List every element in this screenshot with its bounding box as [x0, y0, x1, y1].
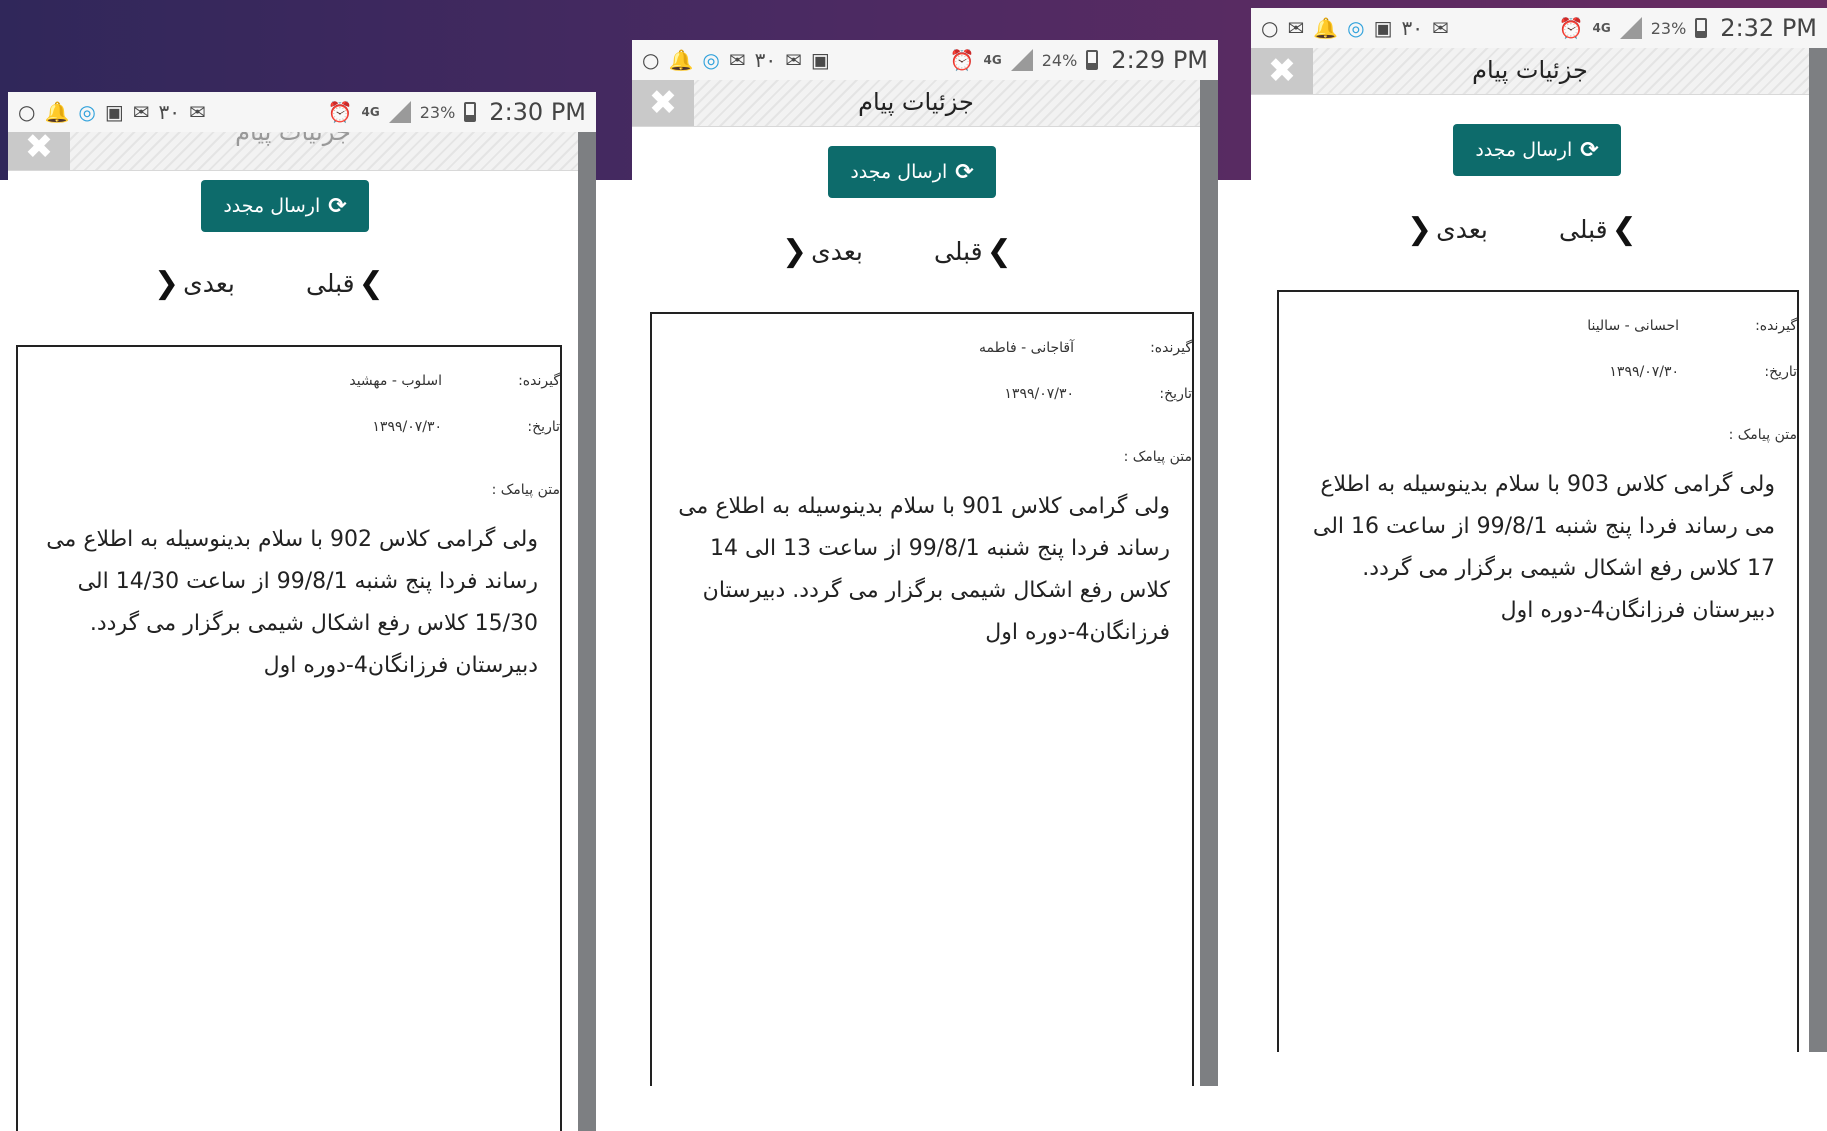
date-label: تاریخ: [1159, 386, 1192, 402]
refresh-icon: ⟳ [1580, 137, 1599, 163]
recipient-label: گیرنده: [518, 373, 560, 389]
mail-off-icon: ✉ [785, 48, 802, 72]
refresh-icon: ⟳ [955, 159, 974, 185]
recipient-value: آقاجانی - فاطمه [979, 340, 1074, 356]
battery-percent: 24% [1041, 50, 1078, 70]
phone-screenshot-2: ○ 🔔 ◎ ✉ ۳۰ ✉ ▣ ⏰ 4G 24% 2:29 PM ✖ جزئیات… [632, 40, 1218, 1086]
date-value: ۱۳۹۹/۰۷/۳۰ [372, 419, 442, 435]
battery-percent: 23% [419, 102, 456, 122]
clock: 2:32 PM [1720, 14, 1817, 42]
alarm-icon: ⏰ [327, 100, 353, 124]
title-bar: ✖ جزئیات پیام [632, 80, 1200, 127]
resend-label: ارسال مجدد [850, 161, 948, 183]
battery-icon [1086, 50, 1099, 70]
signal-icon [1619, 17, 1642, 39]
messenger-icon: ◎ [78, 100, 96, 124]
alarm-icon: ⏰ [949, 48, 975, 72]
date-label: تاریخ: [527, 419, 560, 435]
bell-icon: 🔔 [44, 100, 70, 124]
status-bar: ○ ✉ 🔔 ◎ ▣ ۳۰ ✉ ⏰ 4G 23% 2:32 PM [1251, 8, 1827, 48]
clock: 2:30 PM [489, 98, 586, 126]
signal-icon [388, 101, 411, 123]
messenger-icon: ◎ [702, 48, 720, 72]
next-link[interactable]: بعدی ❮ [154, 266, 235, 301]
prev-link[interactable]: ❯ قبلی [306, 266, 384, 301]
mail-icon: ✉ [132, 100, 150, 124]
resend-button[interactable]: ⟳ ارسال مجدد [1453, 124, 1621, 176]
sms-body: ولی گرامی کلاس 901 با سلام بدینوسیله به … [678, 494, 1170, 645]
message-card: گیرنده: آقاجانی - فاطمه تاریخ: ۱۳۹۹/۰۷/۳… [650, 312, 1194, 1086]
message-card: گیرنده: احسانی - سالینا تاریخ: ۱۳۹۹/۰۷/۳… [1277, 290, 1799, 1052]
sms-label: متن پیامک : [1123, 449, 1192, 465]
prev-link[interactable]: ❯ قبلی [934, 234, 1012, 269]
phone-screenshot-3: ○ ✉ 🔔 ◎ ▣ ۳۰ ✉ ⏰ 4G 23% 2:32 PM ✖ جزئیات… [1251, 8, 1827, 1052]
resend-button[interactable]: ⟳ ارسال مجدد [828, 146, 996, 198]
prev-label: قبلی [1559, 215, 1608, 244]
chevron-right-icon: ❯ [1611, 212, 1637, 247]
sms-body: ولی گرامی کلاس 903 با سلام بدینوسیله به … [1312, 472, 1775, 623]
calendar-badge-icon: ۳۰ [1401, 16, 1423, 40]
battery-icon [1695, 18, 1708, 38]
next-label: بعدی [1436, 215, 1488, 244]
bell-icon: 🔔 [1313, 16, 1339, 40]
chevron-right-icon: ❯ [986, 234, 1012, 269]
title-bar: ✖ جزئیات پیام [1251, 48, 1809, 95]
next-link[interactable]: بعدی ❮ [782, 234, 863, 269]
resend-label: ارسال مجدد [1475, 139, 1573, 161]
phone-screenshot-1: ○ 🔔 ◎ ▣ ✉ ۳۰ ✉ ⏰ 4G 23% 2:30 PM ✖ جزئیات… [8, 92, 596, 1131]
image-icon: ▣ [104, 100, 124, 124]
page-title: جزئیات پیام [1472, 56, 1588, 84]
battery-icon [464, 102, 477, 122]
resend-label: ارسال مجدد [223, 195, 321, 217]
battery-percent: 23% [1650, 18, 1687, 38]
date-value: ۱۳۹۹/۰۷/۳۰ [1609, 364, 1679, 380]
next-link[interactable]: بعدی ❮ [1407, 212, 1488, 247]
mail-icon: ✉ [728, 48, 746, 72]
more-icon: ○ [642, 48, 660, 72]
calendar-badge-icon: ۳۰ [754, 48, 777, 72]
chevron-right-icon: ❯ [358, 266, 384, 301]
status-bar: ○ 🔔 ◎ ▣ ✉ ۳۰ ✉ ⏰ 4G 23% 2:30 PM [8, 92, 596, 132]
date-label: تاریخ: [1764, 364, 1797, 380]
mail-icon: ✉ [1287, 16, 1305, 40]
sms-label: متن پیامک : [491, 482, 560, 498]
more-icon: ○ [1261, 16, 1279, 40]
alarm-icon: ⏰ [1558, 16, 1584, 40]
next-label: بعدی [183, 269, 235, 298]
refresh-icon: ⟳ [328, 193, 347, 219]
date-value: ۱۳۹۹/۰۷/۳۰ [1004, 386, 1074, 402]
recipient-value: احسانی - سالینا [1587, 318, 1679, 334]
prev-label: قبلی [306, 269, 355, 298]
network-type: 4G [983, 53, 1002, 67]
sms-body: ولی گرامی کلاس 902 با سلام بدینوسیله به … [46, 527, 538, 678]
more-icon: ○ [18, 100, 36, 124]
message-card: گیرنده: اسلوب - مهشید تاریخ: ۱۳۹۹/۰۷/۳۰ … [16, 345, 562, 1131]
network-type: 4G [1592, 21, 1611, 35]
image-icon: ▣ [1373, 16, 1393, 40]
sms-label: متن پیامک : [1728, 427, 1797, 443]
page-title: جزئیات پیام [858, 88, 974, 116]
clock: 2:29 PM [1111, 46, 1208, 74]
recipient-label: گیرنده: [1150, 340, 1192, 356]
next-label: بعدی [811, 237, 863, 266]
calendar-badge-icon: ۳۰ [158, 100, 180, 124]
status-bar: ○ 🔔 ◎ ✉ ۳۰ ✉ ▣ ⏰ 4G 24% 2:29 PM [632, 40, 1218, 80]
chevron-left-icon: ❮ [782, 234, 808, 269]
image-icon: ▣ [810, 48, 830, 72]
prev-link[interactable]: ❯ قبلی [1559, 212, 1637, 247]
recipient-label: گیرنده: [1755, 318, 1797, 334]
signal-icon [1010, 49, 1033, 71]
mail-off-icon: ✉ [188, 100, 206, 124]
messenger-icon: ◎ [1347, 16, 1365, 40]
resend-button[interactable]: ⟳ ارسال مجدد [201, 180, 369, 232]
prev-label: قبلی [934, 237, 983, 266]
recipient-value: اسلوب - مهشید [349, 373, 442, 389]
chevron-left-icon: ❮ [154, 266, 180, 301]
bell-icon: 🔔 [668, 48, 694, 72]
mail-off-icon: ✉ [1431, 16, 1449, 40]
network-type: 4G [361, 105, 380, 119]
chevron-left-icon: ❮ [1407, 212, 1433, 247]
